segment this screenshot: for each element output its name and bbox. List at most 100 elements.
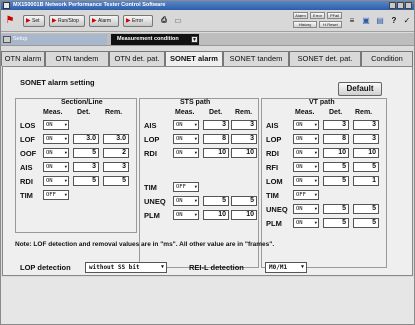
vt-rfi-meas-select[interactable]: ON ▼ (293, 162, 319, 172)
save-icon[interactable]: ▤ (373, 14, 387, 28)
hold-reset-button[interactable]: H.Reset (319, 21, 342, 28)
section-lof-rem-field[interactable]: 3.0 (103, 134, 129, 144)
section-lof-meas-select[interactable]: ON ▼ (43, 134, 69, 144)
vt-rfi-det-field[interactable]: 5 (323, 162, 349, 172)
error-button-label: Error (132, 18, 144, 24)
sts-lop-rem-field[interactable]: 3 (231, 134, 257, 144)
sts-rdi-det-field[interactable]: 10 (203, 148, 229, 158)
chevron-down-icon: ▼ (314, 164, 317, 169)
section-rdi-det-field[interactable]: 5 (73, 176, 99, 186)
hold-reset-label: H.Reset (323, 22, 338, 27)
alarm-button[interactable]: ▶ Alarm (89, 15, 119, 27)
minimize-icon[interactable] (389, 2, 396, 9)
chevron-down-icon: ▼ (64, 192, 67, 197)
tab-sonet-det-pat[interactable]: SONET det. pat. (289, 51, 361, 66)
history-button[interactable]: History (293, 21, 317, 28)
vt-uneq-rem-field[interactable]: 5 (353, 204, 379, 214)
meas-value: ON (176, 198, 183, 204)
lop-detection-select[interactable]: without SS bit ▼ (85, 262, 167, 273)
error-button[interactable]: ▶ Error (123, 15, 153, 27)
vt-lom-label: LOM (266, 177, 283, 186)
vt-col-det: Det. (329, 109, 343, 116)
vt-ais-det-field[interactable]: 3 (323, 120, 349, 130)
meas-value: ON (46, 122, 53, 128)
print-icon[interactable]: ⎙ (157, 14, 171, 28)
tab-otn-det-pat[interactable]: OTN det. pat. (109, 51, 165, 66)
meas-value: OFF (46, 192, 56, 198)
sts-rdi-meas-select[interactable]: ON ▼ (173, 148, 199, 158)
sts-ais-rem-field[interactable]: 3 (231, 120, 257, 130)
vt-lom-det-field[interactable]: 5 (323, 176, 349, 186)
vt-rdi-meas-select[interactable]: ON ▼ (293, 148, 319, 158)
close-icon[interactable] (405, 2, 412, 9)
info-icon[interactable]: ✓ (400, 14, 414, 28)
screen-icon[interactable]: ▭ (171, 14, 185, 28)
section-lof-det-field[interactable]: 3.0 (73, 134, 99, 144)
sts-tim-meas-select[interactable]: OFF ▼ (173, 182, 199, 192)
vt-uneq-det-field[interactable]: 5 (323, 204, 349, 214)
default-button[interactable]: Default (338, 82, 382, 96)
error-indicator: Error (310, 12, 325, 19)
sts-ais-meas-select[interactable]: ON ▼ (173, 120, 199, 130)
flag-icon[interactable]: ⚑ (3, 14, 17, 28)
help-icon[interactable]: ? (387, 14, 401, 28)
tab-sonet-alarm[interactable]: SONET alarm (165, 51, 223, 67)
section-los-meas-select[interactable]: ON ▼ (43, 120, 69, 130)
section-col-det: Det. (77, 109, 91, 116)
maximize-icon[interactable] (397, 2, 404, 9)
vt-rdi-rem-field[interactable]: 10 (353, 148, 379, 158)
sts-rdi-label: RDI (144, 149, 157, 158)
tab-condition[interactable]: Condition (361, 51, 413, 66)
vt-lom-rem-field[interactable]: 1 (353, 176, 379, 186)
set-button[interactable]: ▶ Set (23, 15, 45, 27)
section-oof-meas-select[interactable]: ON ▼ (43, 148, 69, 158)
tab-sonet-tandem[interactable]: SONET tandem (223, 51, 289, 66)
sts-lop-det-field[interactable]: 8 (203, 134, 229, 144)
log-icon[interactable]: ≡ (345, 14, 359, 28)
measurement-condition-select[interactable]: Measurement condition (111, 34, 199, 45)
section-tim-meas-select[interactable]: OFF ▼ (43, 190, 69, 200)
vt-rdi-det-field[interactable]: 10 (323, 148, 349, 158)
section-rdi-rem-field[interactable]: 5 (103, 176, 129, 186)
vt-plm-meas-select[interactable]: ON ▼ (293, 218, 319, 228)
tab-otn-alarm[interactable]: OTN alarm (1, 51, 45, 66)
sts-uneq-rem-field[interactable]: 5 (231, 196, 257, 206)
vt-ais-rem-field[interactable]: 3 (353, 120, 379, 130)
vt-uneq-meas-select[interactable]: ON ▼ (293, 204, 319, 214)
section-ais-det-field[interactable]: 3 (73, 162, 99, 172)
section-ais-rem-field[interactable]: 3 (103, 162, 129, 172)
vt-lom-meas-select[interactable]: ON ▼ (293, 176, 319, 186)
meas-value: ON (296, 164, 303, 170)
monitor-icon[interactable]: ▣ (359, 14, 373, 28)
section-oof-det-field[interactable]: 5 (73, 148, 99, 158)
sts-ais-det-field[interactable]: 3 (203, 120, 229, 130)
chevron-down-icon: ▼ (314, 178, 317, 183)
lop-detection-value: without SS bit (89, 264, 140, 271)
rei-l-detection-select[interactable]: M0/M1 ▼ (265, 262, 307, 273)
vt-lop-det-field[interactable]: 8 (323, 134, 349, 144)
run-stop-button[interactable]: ▶ Run/Stop (49, 15, 85, 27)
vt-ais-meas-select[interactable]: ON ▼ (293, 120, 319, 130)
vt-lop-rem-field[interactable]: 3 (353, 134, 379, 144)
sts-plm-meas-select[interactable]: ON ▼ (173, 210, 199, 220)
vt-rfi-rem-field[interactable]: 5 (353, 162, 379, 172)
units-note: Note: LOF detection and removal values a… (15, 241, 275, 248)
sts-uneq-det-field[interactable]: 5 (203, 196, 229, 206)
vt-lop-meas-select[interactable]: ON ▼ (293, 134, 319, 144)
vt-tim-meas-select[interactable]: OFF ▼ (293, 190, 319, 200)
chevron-down-icon[interactable]: ▼ (191, 36, 198, 43)
sts-uneq-meas-select[interactable]: ON ▼ (173, 196, 199, 206)
section-oof-rem-field[interactable]: 2 (103, 148, 129, 158)
section-rdi-meas-select[interactable]: ON ▼ (43, 176, 69, 186)
sts-lop-meas-select[interactable]: ON ▼ (173, 134, 199, 144)
vt-plm-det-field[interactable]: 5 (323, 218, 349, 228)
vt-plm-rem-field[interactable]: 5 (353, 218, 379, 228)
sts-rdi-rem-field[interactable]: 10 (231, 148, 257, 158)
sts-plm-rem-field[interactable]: 10 (231, 210, 257, 220)
section-ais-meas-select[interactable]: ON ▼ (43, 162, 69, 172)
sts-lop-label: LOP (144, 135, 160, 144)
sonet-alarm-panel: SONET alarm setting Default Section/Line… (2, 66, 413, 276)
tab-otn-tandem[interactable]: OTN tandem (45, 51, 109, 66)
chevron-down-icon: ▼ (300, 264, 304, 270)
sts-plm-det-field[interactable]: 10 (203, 210, 229, 220)
